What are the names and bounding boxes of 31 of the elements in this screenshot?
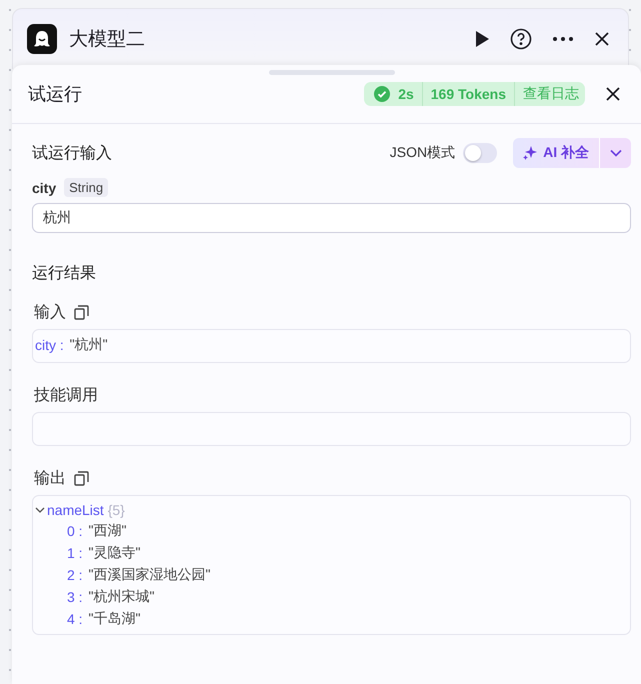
chevron-down-icon — [610, 149, 622, 157]
city-input-field[interactable]: 杭州 — [32, 203, 631, 233]
token-count: 169 Tokens — [430, 86, 506, 102]
json-line: nameList {5} — [47, 502, 125, 518]
field-name: city — [32, 180, 56, 196]
success-icon — [374, 86, 390, 102]
duration-text: 2s — [398, 86, 414, 102]
sparkle-icon — [523, 146, 538, 160]
json-mode-toggle[interactable] — [463, 143, 498, 163]
drag-handle[interactable] — [269, 70, 395, 75]
json-line: 1 : "灵隐寺" — [66, 544, 142, 562]
json-mode-label: JSON模式 — [390, 144, 456, 162]
ghost-logo-icon — [27, 24, 57, 54]
copy-button[interactable] — [74, 305, 89, 320]
json-line: 4 : "千岛湖" — [66, 610, 142, 628]
json-line: 2 : "西溪国家湿地公园" — [66, 566, 212, 584]
json-line: 0 : "西湖" — [66, 522, 128, 540]
json-line: city : "杭州" — [35, 336, 109, 354]
dropdown-button[interactable] — [599, 138, 631, 168]
subsection-title: 输出 — [34, 468, 66, 489]
subsection-title: 输入 — [34, 302, 66, 323]
node-title: 大模型二 — [69, 28, 146, 52]
type-tag: String — [64, 178, 108, 197]
json-line: 3 : "杭州宋城" — [66, 588, 156, 606]
chevron-icon[interactable] — [35, 505, 45, 515]
section-title: 运行结果 — [32, 264, 97, 284]
subsection-title: 技能调用 — [34, 386, 98, 406]
ai-complete-button[interactable]: AI 补全 — [513, 138, 599, 168]
section-title: 试运行输入 — [32, 144, 113, 164]
panel-title: 试运行 — [28, 83, 83, 106]
copy-button[interactable] — [74, 471, 89, 486]
